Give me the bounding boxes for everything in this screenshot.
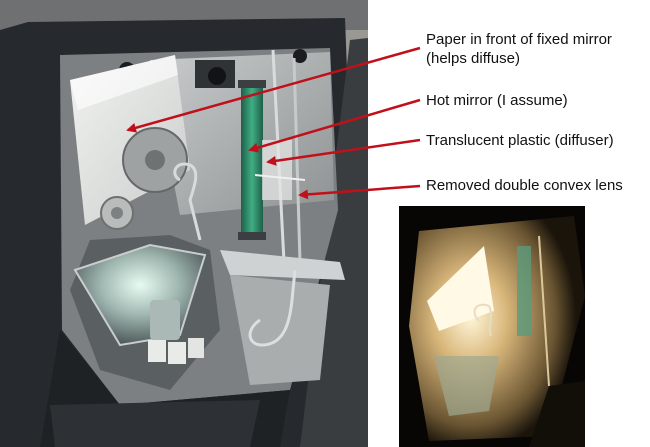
- annotation-paper-label: Paper in front of fixed mirror (helps di…: [426, 31, 612, 67]
- illuminated-projector-photo: [399, 206, 585, 447]
- annotation-translucent-plastic-label: Translucent plastic (diffuser): [426, 132, 614, 149]
- projector-interior-photo: [0, 0, 368, 447]
- annotation-hot-mirror-label: Hot mirror (I assume): [426, 92, 568, 109]
- annotation-removed-lens-label: Removed double convex lens: [426, 177, 623, 194]
